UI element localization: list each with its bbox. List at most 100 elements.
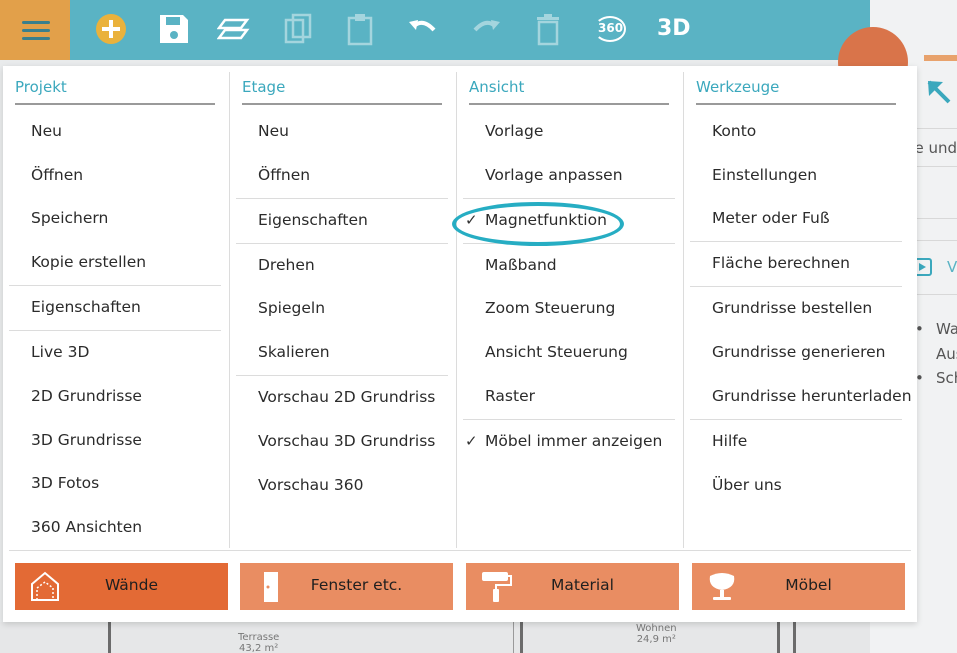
top-toolbar: 360 3D — [0, 0, 870, 60]
menu-item-grundrisse-bestellen[interactable]: Grundrisse bestellen — [712, 298, 872, 318]
wall — [108, 622, 111, 653]
menu-item-projekt-neu[interactable]: Neu — [31, 121, 62, 141]
column-title-underline — [696, 103, 896, 105]
menu-item-vorlage-anpassen[interactable]: Vorlage anpassen — [485, 165, 623, 185]
menu-separator — [463, 419, 675, 420]
menu-item-projekt-kopie[interactable]: Kopie erstellen — [31, 252, 146, 272]
menu-item-2d-grundrisse[interactable]: 2D Grundrisse — [31, 386, 142, 406]
save-icon[interactable] — [157, 12, 191, 46]
menu-item-skalieren[interactable]: Skalieren — [258, 342, 330, 362]
menu-item-grundrisse-generieren[interactable]: Grundrisse generieren — [712, 342, 886, 362]
menu-button[interactable] — [0, 0, 70, 60]
menu-icon-bar — [22, 29, 50, 32]
menu-column-projekt: Projekt Neu Öffnen Speichern Kopie erste… — [3, 66, 231, 548]
menu-separator — [236, 243, 448, 244]
menu-item-vorschau-2d[interactable]: Vorschau 2D Grundriss — [258, 387, 435, 407]
accent-strip — [924, 55, 957, 61]
room-area: 24,9 m² — [636, 634, 676, 645]
wall — [777, 622, 780, 653]
menu-item-ueber-uns[interactable]: Über uns — [712, 475, 782, 495]
menu-separator — [9, 330, 221, 331]
menu-item-projekt-oeffnen[interactable]: Öffnen — [31, 165, 83, 185]
view-360-icon[interactable]: 360 — [594, 16, 628, 44]
menu-column-etage: Etage Neu Öffnen Eigenschaften Drehen Sp… — [230, 66, 458, 548]
menu-item-live-3d[interactable]: Live 3D — [31, 342, 89, 362]
category-label: Material — [551, 576, 614, 594]
column-title: Ansicht — [469, 78, 525, 96]
menu-item-drehen[interactable]: Drehen — [258, 255, 315, 275]
checkmark-icon: ✓ — [465, 432, 478, 450]
menu-item-flaeche-berechnen[interactable]: Fläche berechnen — [712, 253, 850, 273]
menu-separator — [236, 375, 448, 376]
category-button-material[interactable]: Material — [466, 563, 679, 610]
category-label: Fenster etc. — [310, 576, 403, 594]
menu-column-ansicht: Ansicht Vorlage Vorlage anpassen ✓ Magne… — [457, 66, 685, 548]
room-name: Wohnen — [636, 623, 677, 634]
menu-icon-bar — [22, 37, 50, 40]
column-title: Projekt — [15, 78, 67, 96]
menu-item-vorschau-3d[interactable]: Vorschau 3D Grundriss — [258, 431, 435, 451]
menu-column-werkzeuge: Werkzeuge Konto Einstellungen Meter oder… — [684, 66, 912, 548]
menu-item-spiegeln[interactable]: Spiegeln — [258, 298, 325, 318]
menu-separator — [690, 419, 902, 420]
column-title-underline — [469, 103, 669, 105]
menu-separator — [9, 550, 911, 551]
menu-item-etage-eigenschaften[interactable]: Eigenschaften — [258, 210, 368, 230]
menu-item-vorlage[interactable]: Vorlage — [485, 121, 543, 141]
column-title-underline — [242, 103, 442, 105]
arrow-cursor-icon[interactable] — [927, 80, 957, 110]
menu-item-3d-fotos[interactable]: 3D Fotos — [31, 473, 99, 493]
category-button-waende[interactable]: Wände — [15, 563, 228, 610]
copy-icon[interactable] — [282, 12, 316, 46]
category-label: Möbel — [785, 576, 832, 594]
main-menu-dropdown: Projekt Neu Öffnen Speichern Kopie erste… — [3, 66, 917, 622]
menu-separator — [690, 286, 902, 287]
menu-item-massband[interactable]: Maßband — [485, 255, 557, 275]
menu-item-raster[interactable]: Raster — [485, 386, 535, 406]
floor-plan-canvas[interactable]: Terrasse 43,2 m² Wohnen 24,9 m² — [0, 622, 870, 653]
room-name: Terrasse — [238, 632, 280, 643]
menu-item-meter-oder-fuss[interactable]: Meter oder Fuß — [712, 208, 830, 228]
category-button-moebel[interactable]: Möbel — [692, 563, 905, 610]
menu-item-etage-neu[interactable]: Neu — [258, 121, 289, 141]
menu-item-projekt-speichern[interactable]: Speichern — [31, 208, 108, 228]
menu-item-ansicht-steuerung[interactable]: Ansicht Steuerung — [485, 342, 628, 362]
category-button-fenster[interactable]: Fenster etc. — [240, 563, 453, 610]
paste-icon[interactable] — [343, 12, 377, 46]
room-label-terrasse: Terrasse 43,2 m² — [238, 632, 279, 653]
menu-item-vorschau-360[interactable]: Vorschau 360 — [258, 475, 364, 495]
menu-icon — [22, 21, 50, 24]
view-3d-icon[interactable]: 3D — [657, 16, 691, 41]
menu-item-moebel-immer-anzeigen[interactable]: Möbel immer anzeigen — [485, 431, 662, 451]
column-title: Etage — [242, 78, 286, 96]
undo-icon[interactable] — [406, 12, 440, 46]
video-link[interactable]: V — [947, 258, 957, 276]
wall — [520, 622, 523, 653]
menu-separator — [236, 198, 448, 199]
menu-separator — [9, 285, 221, 286]
menu-item-projekt-eigenschaften[interactable]: Eigenschaften — [31, 297, 141, 317]
menu-item-360-ansichten[interactable]: 360 Ansichten — [31, 517, 142, 537]
column-title: Werkzeuge — [696, 78, 780, 96]
category-label: Wände — [104, 576, 159, 594]
column-title-underline — [15, 103, 215, 105]
bullet-text: Wa — [936, 320, 957, 338]
menu-item-etage-oeffnen[interactable]: Öffnen — [258, 165, 310, 185]
room-area: 43,2 m² — [239, 643, 279, 653]
add-icon[interactable] — [94, 12, 128, 46]
bullet-text: Aus — [936, 345, 957, 363]
wall — [793, 622, 796, 653]
menu-item-3d-grundrisse[interactable]: 3D Grundrisse — [31, 430, 142, 450]
menu-item-zoom-steuerung[interactable]: Zoom Steuerung — [485, 298, 615, 318]
menu-separator — [463, 198, 675, 199]
menu-item-konto[interactable]: Konto — [712, 121, 756, 141]
floor-icon[interactable] — [217, 12, 251, 46]
view-360-label: 360 — [598, 21, 624, 35]
menu-item-einstellungen[interactable]: Einstellungen — [712, 165, 817, 185]
delete-icon[interactable] — [531, 12, 565, 46]
menu-item-grundrisse-herunterladen[interactable]: Grundrisse herunterladen — [712, 386, 912, 406]
highlight-ring-annotation — [452, 202, 624, 246]
bullet-text: Sch — [936, 369, 957, 387]
redo-icon[interactable] — [469, 12, 503, 46]
menu-item-hilfe[interactable]: Hilfe — [712, 431, 747, 451]
